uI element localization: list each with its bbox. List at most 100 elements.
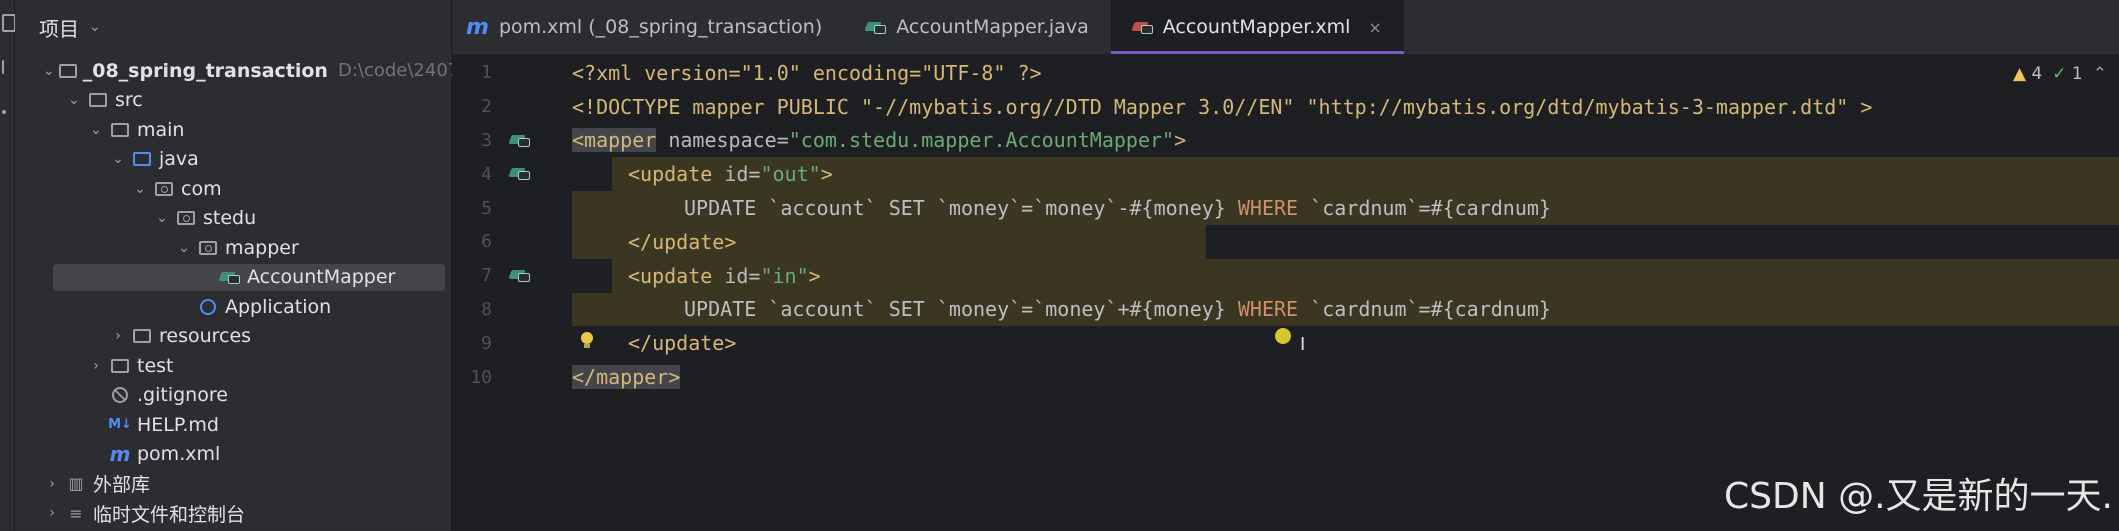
chevron-right-icon[interactable]: › (109, 328, 127, 344)
line-number: 6 (481, 231, 492, 253)
tree-item-label: main (137, 118, 185, 141)
line-number: 3 (481, 129, 492, 151)
package-icon (175, 209, 197, 227)
tree-item-label: java (159, 148, 199, 171)
namespace-attr: namespace= (656, 128, 789, 153)
chevron-right-icon[interactable]: › (43, 476, 61, 492)
tree-item-label: HELP.md (137, 413, 219, 436)
tree-item[interactable]: ⌄ main (15, 115, 451, 145)
chevron-right-icon[interactable]: › (43, 505, 61, 521)
line-number: 4 (481, 163, 492, 185)
code-line-6[interactable]: 6 </update> (452, 224, 2119, 259)
tree-item[interactable]: ⌄ java (15, 145, 451, 175)
tree-item[interactable]: AccountMapper (15, 263, 451, 293)
editor-area: m pom.xml (_08_spring_transaction) Account… (452, 0, 2119, 531)
chevron-down-icon[interactable]: ⌄ (175, 240, 193, 256)
mapper-open-tag: <mapper (572, 128, 657, 153)
spring-class-icon (197, 298, 219, 316)
folder-icon (109, 357, 131, 375)
text-cursor-icon: I (1300, 334, 1306, 355)
library-icon: ▥ (68, 474, 84, 494)
folder-icon (131, 327, 153, 345)
project-panel-title: 项目 (39, 16, 79, 41)
code-line-8[interactable]: 8 UPDATE `account` SET `money`=`money`+#… (452, 292, 2119, 327)
project-panel-header[interactable]: 项目 ⌄ (15, 0, 451, 54)
chevron-down-icon[interactable]: ⌄ (109, 151, 127, 167)
scratches-icon: ≡ (69, 503, 83, 523)
lightbulb-icon[interactable] (580, 332, 594, 350)
chevron-down-icon[interactable]: ⌄ (65, 92, 83, 108)
package-icon (197, 239, 219, 257)
chevron-down-icon[interactable]: ⌄ (43, 63, 55, 79)
chevron-down-icon[interactable]: ⌄ (89, 19, 101, 35)
tree-item[interactable]: ⌄ src (15, 86, 451, 116)
tab-label: AccountMapper.xml (1162, 16, 1351, 38)
project-tool-icon[interactable] (2, 14, 16, 32)
package-icon (153, 180, 175, 198)
line-number: 8 (481, 298, 492, 320)
more-tools-icon[interactable] (2, 110, 6, 114)
tree-item[interactable]: ⌄ _08_spring_transaction D:\code\240704 (15, 56, 482, 86)
tree-item[interactable]: › ▥ 外部库 (15, 469, 451, 499)
tree-item-label: com (181, 177, 222, 200)
tree-item[interactable]: ⌄ mapper (15, 233, 451, 263)
folder-icon (87, 91, 109, 109)
tool-window-strip (0, 0, 16, 531)
editor-tab[interactable]: m pom.xml (_08_spring_transaction) (452, 0, 844, 54)
source-folder-icon (131, 150, 153, 168)
mapper-navigation-icon[interactable] (510, 133, 530, 147)
tree-item-label: resources (159, 325, 252, 348)
line-number: 5 (481, 197, 492, 219)
chevron-down-icon[interactable]: ⌄ (87, 122, 105, 138)
commit-tool-icon[interactable] (2, 60, 14, 74)
tree-item-label: Application (225, 295, 332, 318)
code-line-1[interactable]: 1 <?xml version="1.0" encoding="UTF-8" ?… (452, 56, 2119, 90)
tree-item[interactable]: › resources (15, 322, 451, 352)
close-tab-icon[interactable]: × (1368, 18, 1381, 37)
line-number: 7 (481, 265, 492, 287)
tree-item-label: test (137, 354, 174, 377)
tree-item[interactable]: M↓ HELP.md (15, 410, 451, 440)
project-panel: 项目 ⌄ ⌄ _08_spring_transaction D:\code\2407… (15, 0, 482, 531)
line-number: 9 (481, 332, 492, 354)
sql-statement-out: UPDATE `account` SET `money`=`money`-#{m… (684, 196, 1551, 221)
chevron-down-icon[interactable]: ⌄ (131, 181, 149, 197)
code-line-3[interactable]: 3 <mapper namespace="com.stedu.mapper.Ac… (452, 124, 2119, 158)
tree-item[interactable]: .gitignore (15, 381, 451, 411)
tree-item[interactable]: › test (15, 351, 451, 381)
editor-tab[interactable]: AccountMapper.java (844, 0, 1110, 54)
code-line-2[interactable]: 2 <!DOCTYPE mapper PUBLIC "-//mybatis.or… (452, 90, 2119, 124)
mapper-close-tag: </mapper> (572, 365, 681, 390)
tree-item[interactable]: ⌄ stedu (15, 204, 451, 234)
tree-item-label: mapper (225, 236, 299, 259)
code-editor[interactable]: 1 <?xml version="1.0" encoding="UTF-8" ?… (452, 56, 2119, 531)
mapper-method-icon[interactable] (510, 268, 530, 282)
tree-item-label: stedu (203, 207, 257, 230)
folder-icon (58, 62, 77, 80)
tree-item-label: AccountMapper (247, 266, 396, 289)
sql-statement-in: UPDATE `account` SET `money`=`money`+#{m… (684, 297, 1551, 322)
line-number: 1 (481, 62, 492, 84)
tree-item-label: 临时文件和控制台 (93, 503, 246, 526)
maven-icon: m (109, 442, 131, 467)
tree-item[interactable]: › ≡ 临时文件和控制台 (15, 499, 451, 529)
code-line-10[interactable]: 10 </mapper> (452, 360, 2119, 394)
code-line-5[interactable]: 5 UPDATE `account` SET `money`=`money`-#… (452, 191, 2119, 225)
xml-declaration: <?xml version="1.0" encoding="UTF-8" ?> (572, 60, 1042, 85)
tree-item[interactable]: Application (15, 292, 451, 322)
tree-item-label: .gitignore (137, 384, 228, 407)
code-line-7[interactable]: 7 <update id="in"> (452, 258, 2119, 293)
project-tree: ⌄ _08_spring_transaction D:\code\240704 ⌄ sr… (15, 56, 482, 529)
chevron-down-icon[interactable]: ⌄ (153, 210, 171, 226)
tree-item-label: _08_spring_transaction (82, 59, 328, 82)
tab-label: AccountMapper.java (896, 16, 1089, 38)
tab-label: pom.xml (_08_spring_transaction) (498, 16, 823, 38)
tree-item[interactable]: ⌄ com (15, 174, 451, 204)
code-line-4[interactable]: 4 <update id="out"> (452, 157, 2119, 192)
mapper-method-icon[interactable] (510, 166, 530, 181)
tree-item-label: pom.xml (137, 443, 221, 466)
doctype-declaration: <!DOCTYPE mapper PUBLIC "-//mybatis.org/… (572, 94, 1873, 119)
editor-tab[interactable]: AccountMapper.xml × (1110, 0, 1404, 54)
tree-item[interactable]: m pom.xml (15, 440, 451, 470)
chevron-right-icon[interactable]: › (87, 358, 105, 374)
